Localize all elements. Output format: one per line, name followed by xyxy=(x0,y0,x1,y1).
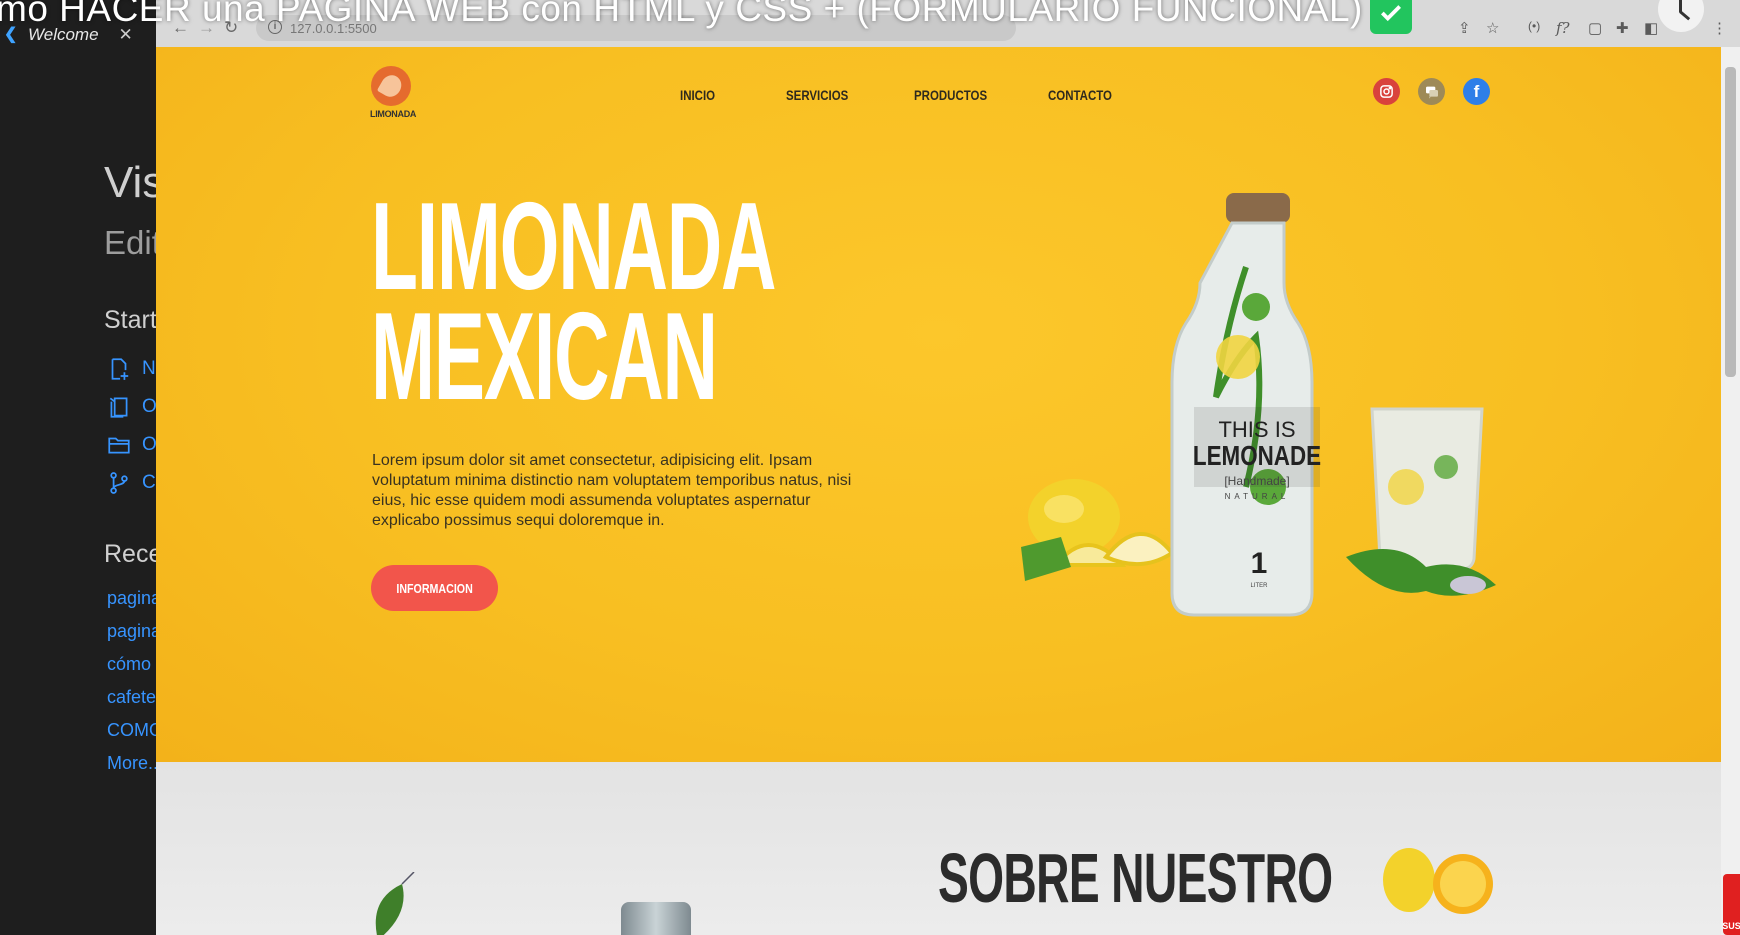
facebook-icon[interactable]: f xyxy=(1463,78,1490,105)
browser-window: ← → ↻ i 127.0.0.1:5500 ⇪ ☆ (•) f? ▢ ✚ ◧ … xyxy=(156,0,1740,935)
hero-description: Lorem ipsum dolor sit amet consectetur, … xyxy=(372,452,852,529)
section-title: SOBRE NUESTRO xyxy=(938,839,1333,917)
lemon-slices-image xyxy=(1383,848,1493,914)
extension-badge-icon[interactable]: (•) xyxy=(1528,19,1540,33)
video-title: mo HACER una PAGINA WEB con HTML y CSS +… xyxy=(0,0,1363,29)
label-line4: NATURAL xyxy=(1225,492,1290,501)
page-viewport: LIMONADA INICIO SERVICIOS PRODUCTOS CONT… xyxy=(156,47,1721,935)
about-section: SOBRE NUESTRO xyxy=(156,762,1721,935)
formula-extension-icon[interactable]: f? xyxy=(1556,19,1570,37)
start-heading: Start xyxy=(104,306,157,334)
bottle-image xyxy=(621,902,691,935)
extension-square-icon[interactable]: ▢ xyxy=(1588,19,1602,37)
start-item-label: O xyxy=(142,396,157,417)
hero-title: LIMONADA MEXICAN xyxy=(371,178,777,426)
start-item-open-file[interactable]: O xyxy=(106,388,157,426)
share-icon[interactable]: ⇪ xyxy=(1458,19,1471,37)
messenger-icon[interactable] xyxy=(1418,78,1445,105)
nav-contacto[interactable]: CONTACTO xyxy=(1048,87,1112,103)
start-list: N O O C xyxy=(106,350,157,502)
instagram-icon[interactable] xyxy=(1373,78,1400,105)
label-line3: [Handmade] xyxy=(1224,474,1289,488)
subscribe-badge-icon[interactable]: SUS xyxy=(1722,874,1740,935)
recent-item[interactable]: cómo xyxy=(107,648,160,681)
button-label: INFORMACION xyxy=(396,580,473,596)
nav-servicios[interactable]: SERVICIOS xyxy=(786,87,848,103)
extensions-puzzle-icon[interactable]: ✚ xyxy=(1616,19,1629,37)
nav-inicio[interactable]: INICIO xyxy=(680,87,715,103)
recent-item[interactable]: pagina xyxy=(107,615,160,648)
browser-menu-icon[interactable]: ⋮ xyxy=(1712,19,1727,37)
start-item-open-folder[interactable]: O xyxy=(106,426,157,464)
lemon-logo-icon[interactable] xyxy=(371,66,411,106)
page-scrollbar[interactable] xyxy=(1721,47,1740,935)
label-volume: 1 xyxy=(1251,547,1268,580)
welcome-title: Vis xyxy=(104,158,160,207)
vscode-window: ❮ Welcome ✕ Vis Edit Start N O O C Rece … xyxy=(0,0,160,935)
hero-section: LIMONADA INICIO SERVICIOS PRODUCTOS CONT… xyxy=(156,47,1721,762)
label-line1: THIS IS xyxy=(1218,417,1295,442)
start-item-clone[interactable]: C xyxy=(106,464,157,502)
new-file-icon xyxy=(111,358,129,380)
label-line2: LEMONADE xyxy=(1193,441,1321,472)
recent-more-link[interactable]: More... xyxy=(107,747,160,780)
informacion-button[interactable]: INFORMACION xyxy=(371,565,498,611)
open-file-icon xyxy=(109,397,128,418)
leaf-image xyxy=(375,872,415,935)
start-item-new-file[interactable]: N xyxy=(106,350,157,388)
logo-text: LIMONADA xyxy=(370,109,417,119)
lemonade-product-image: THIS IS LEMONADE [Handmade] NATURAL 1 LI… xyxy=(1021,193,1496,617)
recent-item[interactable]: COMO xyxy=(107,714,160,747)
checkmark-icon xyxy=(1370,0,1412,34)
hero-title-line1: LIMONADA xyxy=(371,178,777,316)
bookmark-star-icon[interactable]: ☆ xyxy=(1486,19,1499,37)
label-unit: LITER xyxy=(1250,583,1268,589)
open-folder-icon xyxy=(108,437,130,454)
recent-item[interactable]: cafete xyxy=(107,681,160,714)
recent-heading: Rece xyxy=(104,540,160,568)
start-item-label: N xyxy=(142,358,156,379)
start-item-label: C xyxy=(142,472,156,493)
recent-item[interactable]: pagina xyxy=(107,582,160,615)
hero-title-line2: MEXICAN xyxy=(371,288,718,426)
git-branch-icon xyxy=(110,472,128,494)
scrollbar-thumb[interactable] xyxy=(1725,67,1736,377)
start-item-label: O xyxy=(142,434,157,455)
side-panel-icon[interactable]: ◧ xyxy=(1644,19,1658,37)
nav-productos[interactable]: PRODUCTOS xyxy=(914,87,987,103)
welcome-subtitle: Edit xyxy=(104,224,160,261)
recent-list: pagina pagina cómo cafete COMO More... xyxy=(107,582,160,780)
